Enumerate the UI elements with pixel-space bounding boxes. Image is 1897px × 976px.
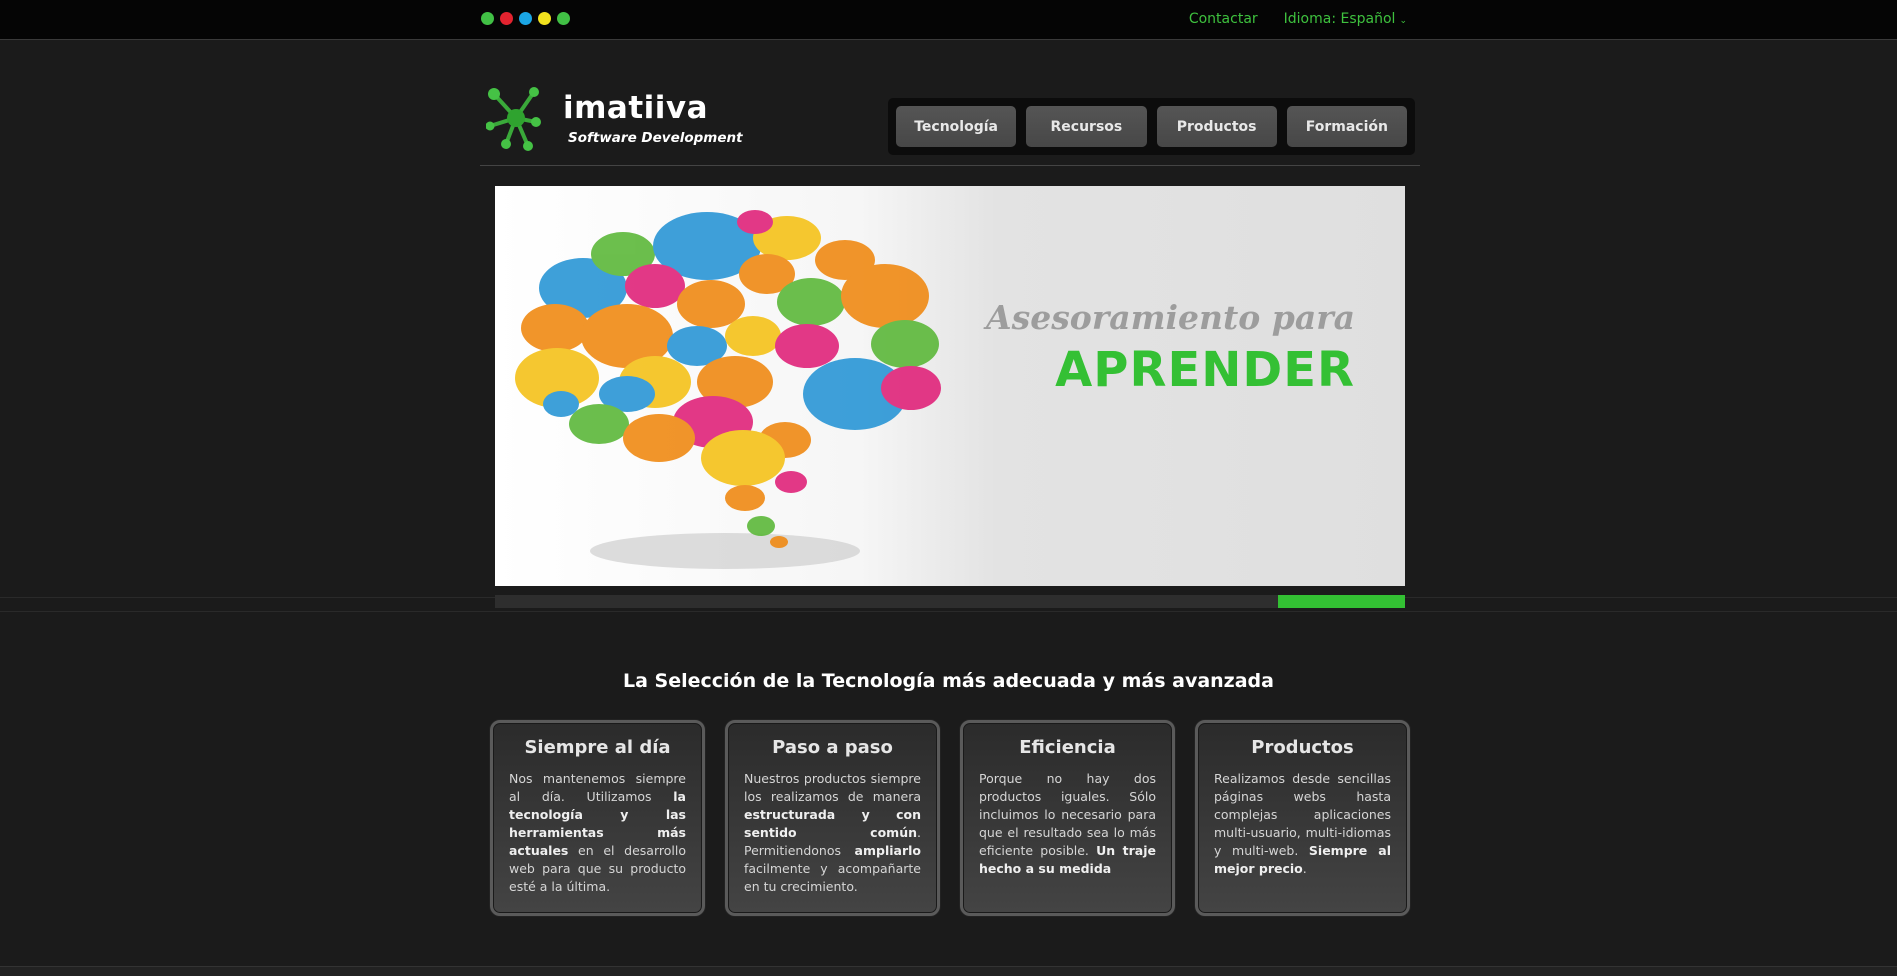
slide-subheading: Asesoramiento para (986, 298, 1355, 337)
top-links: Contactar Idioma: Español ⌄ (1189, 11, 1407, 27)
contact-link[interactable]: Contactar (1189, 11, 1258, 27)
band-divider (0, 611, 1897, 612)
top-bar: Contactar Idioma: Español ⌄ (0, 0, 1897, 40)
slider-progress-fill (1277, 595, 1405, 608)
nav-item-productos[interactable]: Productos (1156, 106, 1277, 147)
color-dot (557, 12, 570, 25)
color-dot (500, 12, 513, 25)
feature-card: Eficiencia Porque no hay dos productos i… (960, 720, 1175, 916)
site-logo[interactable]: imatiiva Software Development (486, 86, 746, 152)
section-title: La Selección de la Tecnología más adecua… (623, 670, 1274, 692)
logo-wordmark: imatiiva (563, 90, 709, 126)
logo-tagline: Software Development (568, 130, 743, 146)
feature-card: Siempre al día Nos mantenemos siempre al… (490, 720, 705, 916)
card-title: Paso a paso (772, 737, 893, 758)
color-dots (481, 12, 570, 25)
feature-card: Productos Realizamos desde sencillas pág… (1195, 720, 1410, 916)
hero-slider[interactable]: Asesoramiento para APRENDER (495, 186, 1405, 586)
card-text: Porque no hay dos productos iguales. Sól… (979, 771, 1156, 876)
card-title: Siempre al día (524, 737, 671, 758)
header-divider (480, 165, 1420, 166)
feature-card: Paso a paso Nuestros productos siempre l… (725, 720, 940, 916)
nav-item-tecnologia[interactable]: Tecnología (896, 106, 1017, 147)
nav-item-recursos[interactable]: Recursos (1026, 106, 1147, 147)
card-title: Eficiencia (1019, 737, 1116, 758)
color-dot (538, 12, 551, 25)
color-dot (519, 12, 532, 25)
molecule-logo-icon (486, 87, 541, 151)
nav-item-formacion[interactable]: Formación (1286, 106, 1407, 147)
main-nav: Tecnología Recursos Productos Formación (888, 98, 1415, 155)
language-selector[interactable]: Idioma: Español ⌄ (1284, 11, 1407, 27)
speech-bubbles-illustration (515, 210, 941, 569)
color-dot (481, 12, 494, 25)
card-text: Realizamos desde sencillas páginas webs … (1214, 771, 1391, 876)
card-text: Nuestros productos siempre los realizamo… (744, 771, 921, 894)
card-text: Nos mantenemos siempre al día. Utilizamo… (509, 771, 686, 894)
chevron-down-icon: ⌄ (1399, 16, 1407, 26)
card-title: Productos (1251, 737, 1354, 758)
language-label: Idioma: Español (1283, 11, 1396, 27)
slider-progress-track (495, 595, 1405, 608)
footer-strip (0, 966, 1897, 976)
slide-heading: APRENDER (1055, 342, 1355, 398)
